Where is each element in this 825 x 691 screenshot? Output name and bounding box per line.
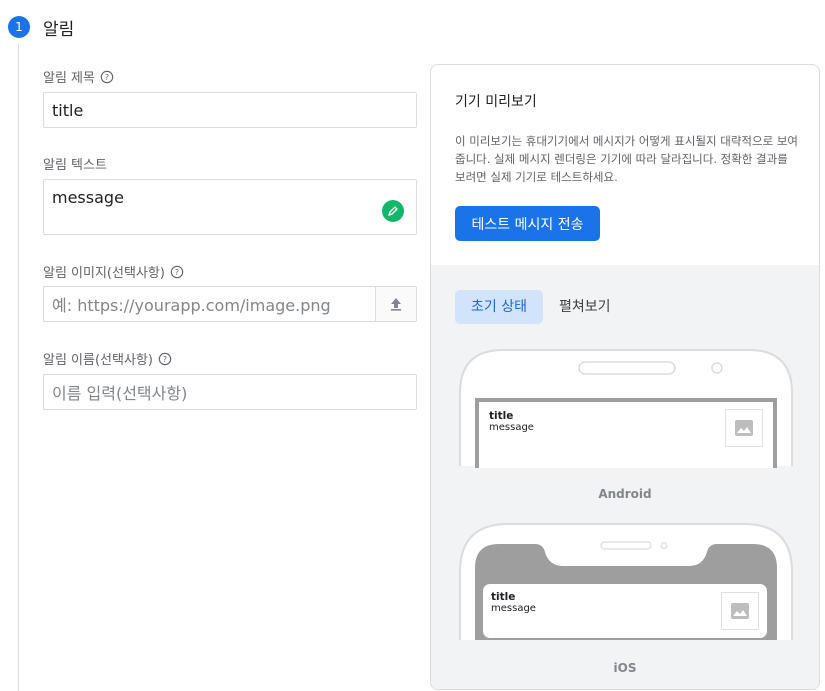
ios-phone-frame: title message	[459, 522, 793, 642]
name-label-text: 알림 이름(선택사항)	[43, 353, 153, 368]
preview-device-area: 초기 상태 펼쳐보기 title message Android title m…	[431, 265, 819, 689]
image-field-label: 알림 이미지(선택사항) ?	[43, 262, 184, 281]
name-input[interactable]: 이름 입력(선택사항)	[43, 374, 417, 410]
android-label: Android	[598, 487, 652, 501]
ios-notification-title: title	[491, 591, 516, 603]
tab-expanded[interactable]: 펼쳐보기	[543, 290, 627, 324]
image-label-text: 알림 이미지(선택사항)	[43, 266, 165, 281]
title-input-value: title	[52, 100, 84, 120]
image-icon	[731, 603, 749, 619]
text-input[interactable]: message	[43, 179, 417, 235]
step-connector-line	[18, 44, 19, 691]
svg-text:?: ?	[105, 73, 109, 82]
help-icon[interactable]: ?	[100, 70, 114, 84]
tab-initial-state[interactable]: 초기 상태	[455, 290, 543, 324]
android-notification-title: title	[489, 410, 514, 422]
ios-label: iOS	[613, 661, 637, 675]
title-label-text: 알림 제목	[43, 71, 95, 86]
ios-notification-card: title message	[483, 584, 767, 638]
help-icon[interactable]: ?	[170, 265, 184, 279]
android-notification-message: message	[489, 422, 534, 433]
send-test-message-button[interactable]: 테스트 메시지 전송	[455, 206, 600, 241]
image-icon	[735, 420, 753, 436]
title-input[interactable]: title	[43, 92, 417, 128]
name-input-placeholder: 이름 입력(선택사항)	[52, 384, 188, 403]
image-url-placeholder: 예: https://yourapp.com/image.png	[52, 296, 331, 315]
preview-description: 이 미리보기는 휴대기기에서 메시지가 어떻게 표시될지 대략적으로 보여줍니다…	[455, 134, 798, 184]
help-icon[interactable]: ?	[158, 352, 172, 366]
preview-title: 기기 미리보기	[455, 94, 537, 110]
text-field-label: 알림 텍스트	[43, 154, 107, 173]
title-field-label: 알림 제목 ?	[43, 67, 114, 86]
svg-text:?: ?	[175, 268, 179, 277]
text-input-value: message	[52, 188, 124, 207]
text-label-text: 알림 텍스트	[43, 158, 107, 173]
step-title: 알림	[43, 20, 75, 40]
name-field-label: 알림 이름(선택사항) ?	[43, 349, 172, 368]
android-notification-image	[725, 409, 763, 447]
device-preview-panel: 기기 미리보기 이 미리보기는 휴대기기에서 메시지가 어떻게 표시될지 대략적…	[430, 64, 820, 690]
emoji-picker-button[interactable]	[382, 200, 404, 222]
emoji-picker-icon	[387, 206, 398, 217]
image-url-input[interactable]: 예: https://yourapp.com/image.png	[43, 286, 417, 322]
ios-notification-message: message	[491, 603, 536, 614]
android-notification-card: title message	[479, 402, 773, 468]
upload-icon	[391, 298, 401, 311]
upload-image-button[interactable]	[375, 287, 416, 321]
svg-text:?: ?	[163, 355, 167, 364]
ios-notification-image	[721, 592, 759, 630]
android-phone-frame: title message	[459, 348, 793, 468]
step-number-badge: 1	[8, 16, 30, 38]
